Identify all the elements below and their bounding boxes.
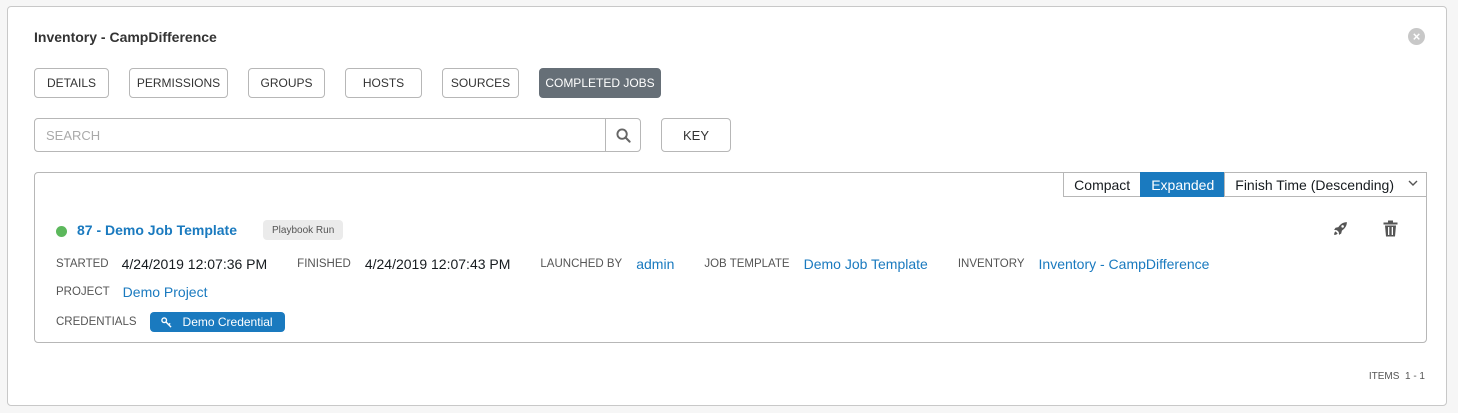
sort-select[interactable]: Finish Time (Descending)	[1224, 172, 1427, 197]
tab-hosts[interactable]: HOSTS	[345, 68, 422, 98]
chevron-down-icon	[1408, 179, 1418, 190]
job-status-dot	[56, 226, 67, 237]
key-icon	[160, 316, 172, 328]
job-title-link[interactable]: 87 - Demo Job Template	[77, 222, 237, 238]
job-type-badge: Playbook Run	[263, 220, 344, 240]
project-label: PROJECT	[56, 286, 110, 298]
items-range: 1 - 1	[1404, 371, 1425, 382]
tab-bar: DETAILS PERMISSIONS GROUPS HOSTS SOURCES…	[34, 68, 681, 98]
search-button[interactable]	[605, 119, 640, 151]
job-template-link[interactable]: Demo Job Template	[804, 256, 928, 272]
key-button[interactable]: KEY	[661, 118, 731, 152]
project-row: PROJECT Demo Project	[56, 284, 207, 300]
started-label: STARTED	[56, 258, 109, 270]
credentials-label: CREDENTIALS	[56, 316, 137, 328]
search-box	[34, 118, 641, 152]
view-toolbar: Compact Expanded Finish Time (Descending…	[1063, 172, 1427, 197]
compact-view-button[interactable]: Compact	[1063, 172, 1142, 197]
inventory-panel: Inventory - CampDifference × DETAILS PER…	[7, 6, 1447, 406]
close-circle-icon[interactable]: ×	[1408, 28, 1425, 45]
rocket-icon[interactable]	[1331, 219, 1349, 237]
inventory-link[interactable]: Inventory - CampDifference	[1039, 256, 1210, 272]
job-template-label: JOB TEMPLATE	[704, 258, 790, 270]
finished-label: FINISHED	[297, 258, 351, 270]
panel-title: Inventory - CampDifference	[34, 29, 217, 45]
search-icon	[615, 127, 631, 143]
credentials-row: CREDENTIALS Demo Credential	[56, 312, 285, 332]
sort-label: Finish Time (Descending)	[1235, 176, 1394, 193]
items-label: ITEMS	[1368, 371, 1400, 382]
tab-sources[interactable]: SOURCES	[442, 68, 519, 98]
trash-icon[interactable]	[1381, 219, 1399, 237]
tab-groups[interactable]: GROUPS	[248, 68, 325, 98]
inventory-label: INVENTORY	[957, 258, 1025, 270]
project-link[interactable]: Demo Project	[123, 284, 208, 300]
tab-completed-jobs[interactable]: COMPLETED JOBS	[539, 68, 661, 98]
credential-tag[interactable]: Demo Credential	[149, 312, 285, 332]
tab-details[interactable]: DETAILS	[34, 68, 109, 98]
pagination-info: ITEMS 1 - 1	[1369, 371, 1425, 382]
jobs-list: Compact Expanded Finish Time (Descending…	[34, 172, 1427, 343]
expanded-view-button[interactable]: Expanded	[1140, 172, 1226, 197]
credential-name: Demo Credential	[182, 315, 273, 329]
launched-by-link[interactable]: admin	[636, 256, 674, 272]
finished-value: 4/24/2019 12:07:43 PM	[364, 256, 511, 272]
launched-by-label: LAUNCHED BY	[540, 258, 623, 270]
tab-permissions[interactable]: PERMISSIONS	[129, 68, 228, 98]
search-input[interactable]	[35, 119, 605, 151]
started-value: 4/24/2019 12:07:36 PM	[121, 256, 268, 272]
job-details-row: STARTED 4/24/2019 12:07:36 PM FINISHED 4…	[56, 256, 1209, 272]
